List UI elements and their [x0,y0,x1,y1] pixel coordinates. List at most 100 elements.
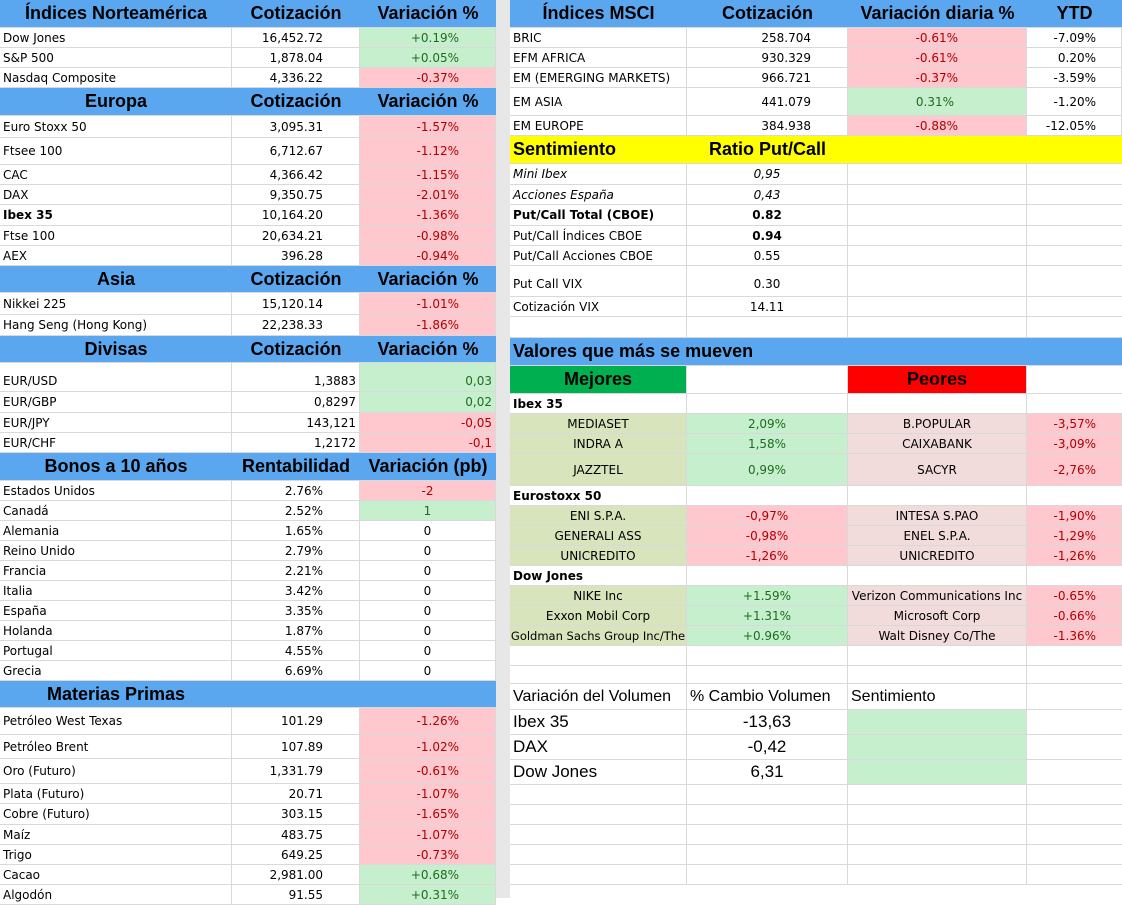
table-row: Trigo 649.25 -0.73% [0,845,496,865]
table-row: Plata (Futuro) 20.71 -1.07% [0,784,496,804]
commodity-value: 649.25 [232,845,360,864]
bond-change: 0 [360,581,496,600]
currency-change: 0,02 [360,392,496,412]
bond-change: 0 [360,641,496,660]
msci-name: EM EUROPE [510,116,687,135]
volume-name: DAX [510,735,687,759]
commodity-name: Cacao [0,865,232,884]
sentiment-value: 0,95 [687,164,848,184]
peores-label: Peores [848,366,1027,393]
currency-name: EUR/USD [0,363,232,391]
bond-change: 1 [360,501,496,520]
empty-cell [848,226,1027,245]
table-row: Oro (Futuro) 1,331.79 -0.61% [0,759,496,784]
column-divider [496,0,510,898]
bonos-title: Bonos a 10 años [44,456,188,476]
mejores-peores-header: Mejores Peores [510,366,1122,394]
table-row: Put/Call Acciones CBOE 0.55 [510,246,1122,266]
norteamerica-col-quote: Cotización [250,3,342,23]
table-row: Estados Unidos 2.76% -2 [0,481,496,501]
index-value: 22,238.33 [232,315,360,335]
empty-cell [687,317,848,337]
index-value: 9,350.75 [232,185,360,204]
table-row: Cotización VIX 14.11 [510,297,1122,317]
europa-header: Europa Cotización Variación % [0,88,496,116]
best-change: -0,98% [687,526,848,545]
table-row: EM (EMERGING MARKETS) 966.721 -0.37% -3.… [510,68,1122,88]
msci-header: Índices MSCI Cotización Variación diaria… [510,0,1122,28]
index-change: -0.98% [360,226,496,245]
materias-header: Materias Primas [0,681,496,708]
best-name: Exxon Mobil Corp [510,606,687,625]
index-change: -1.36% [360,205,496,225]
bond-country: Holanda [0,621,232,640]
empty-cell [848,865,1027,884]
table-row: Alemania 1.65% 0 [0,521,496,541]
sentimiento-header: Sentimiento Ratio Put/Call [510,136,1122,164]
table-row: Mini Ibex 0,95 [510,164,1122,185]
msci-col-ytd: YTD [1056,3,1093,23]
left-panel: Índices Norteamérica Cotización Variació… [0,0,496,905]
best-change: +1.31% [687,606,848,625]
msci-ytd: -7.09% [1027,28,1122,47]
best-change: 2,09% [687,414,848,433]
bond-country: Portugal [0,641,232,660]
table-row: Euro Stoxx 50 3,095.31 -1.57% [0,116,496,138]
empty-cell [687,486,848,505]
index-name: AEX [0,246,232,265]
mover-row: Goldman Sachs Group Inc/The +0.96% Walt … [510,626,1122,646]
best-name: GENERALI ASS [510,526,687,545]
bond-yield: 2.79% [232,541,360,560]
worst-name: Walt Disney Co/The [848,626,1027,645]
index-value: 10,164.20 [232,205,360,225]
worst-change: -2,76% [1027,454,1122,485]
empty-cell [848,164,1027,184]
msci-value: 966.721 [687,68,848,87]
bond-yield: 4.55% [232,641,360,660]
index-name: Dow Jones [0,28,232,47]
currency-value: 143,121 [232,413,360,432]
group-name: Ibex 35 [510,394,687,413]
currency-value: 0,8297 [232,392,360,412]
table-row: Ftse 100 20,634.21 -0.98% [0,226,496,246]
bond-yield: 2.76% [232,481,360,500]
table-row: Algodón 91.55 +0.31% [0,885,496,905]
table-row: EUR/CHF 1,2172 -0,1 [0,433,496,453]
empty-cell [687,845,848,864]
table-row: España 3.35% 0 [0,601,496,621]
worst-name: SACYR [848,454,1027,485]
empty-cell [510,785,687,804]
commodity-name: Oro (Futuro) [0,759,232,783]
worst-name: ENEL S.P.A. [848,526,1027,545]
commodity-change: +0.31% [360,885,496,904]
table-row: Nasdaq Composite 4,336.22 -0.37% [0,68,496,88]
index-name: Nasdaq Composite [0,68,232,87]
sentiment-name: Put Call VIX [510,266,687,296]
group-row: Dow Jones [510,566,1122,586]
commodity-name: Petróleo Brent [0,735,232,758]
index-value: 396.28 [232,246,360,265]
index-name: Ftsee 100 [0,138,232,164]
index-change: -0.94% [360,246,496,265]
msci-name: EM (EMERGING MARKETS) [510,68,687,87]
msci-value: 384.938 [687,116,848,135]
commodity-value: 101.29 [232,708,360,734]
table-row: EFM AFRICA 930.329 -0.61% 0.20% [510,48,1122,68]
msci-col-quote: Cotización [721,3,813,23]
table-row: EM EUROPE 384.938 -0.88% -12.05% [510,116,1122,136]
index-change: -0.37% [360,68,496,87]
best-change: -1,26% [687,546,848,565]
norteamerica-title: Índices Norteamérica [24,3,208,23]
sentiment-value: 0.55 [687,246,848,265]
worst-name: CAIXABANK [848,434,1027,453]
index-name: Ibex 35 [0,205,232,225]
bond-change: 0 [360,601,496,620]
msci-col-daily: Variación diaria % [860,3,1015,23]
index-value: 16,452.72 [232,28,360,47]
volume-change: -0,42 [687,735,848,759]
bond-yield: 1.65% [232,521,360,540]
empty-cell [510,646,687,665]
index-name: Nikkei 225 [0,293,232,314]
mover-row: MEDIASET 2,09% B.POPULAR -3,57% [510,414,1122,434]
commodity-value: 2,981.00 [232,865,360,884]
